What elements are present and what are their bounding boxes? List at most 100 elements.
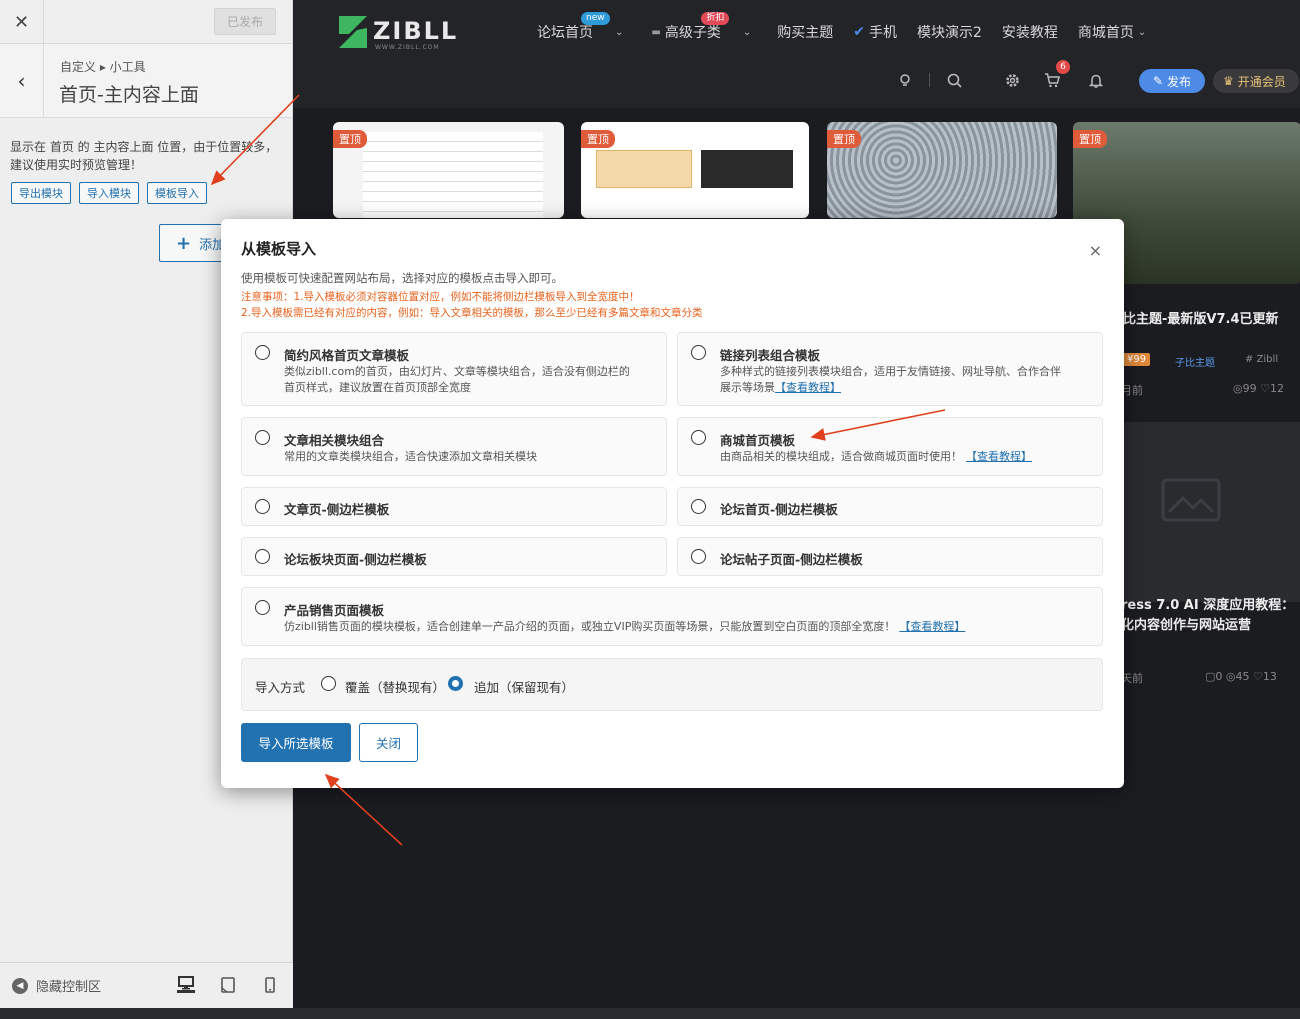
option-description-text: 展示等场景 [720, 381, 775, 394]
customizer-topbar: ✕ 已发布 [0, 0, 292, 44]
post-time: 月前 [1121, 384, 1143, 397]
warning-note: 注意事项：1.导入模板必须对容器位置对应，例如不能将侧边栏模板导入到全宽度中！ [241, 291, 640, 303]
template-option-shop-home[interactable]: 商城首页模板 由商品相关的模块组成，适合做商城页面时使用！ 【查看教程】 [677, 417, 1103, 476]
hash-tag[interactable]: # Zibll [1241, 353, 1282, 366]
nav-label: 论坛首页 [537, 25, 593, 41]
post-thumbnail[interactable]: 置顶 [333, 122, 564, 218]
warning-note: 2.导入模板需已经有对应的内容，例如：导入文章相关的模板，那么至少已经有多篇文章… [241, 307, 703, 319]
view-tutorial-link[interactable]: 【查看教程】 [775, 381, 841, 394]
append-label[interactable]: 追加（保留现有） [474, 677, 574, 696]
nav-item-shop-home[interactable]: 商城首页 ⌄ [1068, 20, 1156, 44]
export-modules-button[interactable]: 导出模块 [11, 182, 71, 204]
template-option-simple-home[interactable]: 简约风格首页文章模板 类似zibll.com的首页，由幻灯片、文章等模块组合，适… [241, 332, 667, 406]
bottom-strip [0, 1008, 1300, 1019]
category-tag[interactable]: 子比主题 [1171, 353, 1219, 370]
post-title-line: ress 7.0 AI 深度应用教程： [1121, 598, 1295, 613]
vip-membership-button[interactable]: ♛ 开通会员 [1213, 69, 1299, 93]
radio-button[interactable] [691, 549, 706, 564]
close-icon[interactable]: × [1089, 241, 1102, 260]
post-thumbnail[interactable]: 置顶 [827, 122, 1057, 218]
collapse-icon: ◀ [12, 977, 28, 994]
nav-item-install-guide[interactable]: 安装教程 [992, 20, 1068, 44]
option-title: 链接列表组合模板 [720, 348, 821, 363]
publish-post-button[interactable]: ✎ 发布 [1139, 69, 1205, 93]
hide-controls-button[interactable]: ◀ 隐藏控制区 [12, 976, 101, 995]
post-title[interactable]: 比主题-最新版V7.4已更新 [1123, 308, 1279, 327]
section-title: 首页-主内容上面 [59, 84, 199, 106]
crown-icon: ♛ [1223, 74, 1234, 88]
close-modal-button[interactable]: 关闭 [359, 723, 418, 762]
post-stats: ▢0 ◎45 ♡13 [1205, 670, 1277, 683]
import-selected-template-button[interactable]: 导入所选模板 [241, 723, 351, 762]
cart-icon[interactable]: 6 [1040, 60, 1070, 92]
price-tag: ¥99 [1123, 353, 1151, 366]
radio-button[interactable] [255, 499, 270, 514]
logo-subtext: WWW.ZIBLL.COM [375, 44, 440, 51]
overwrite-radio[interactable] [321, 676, 336, 691]
post-thumbnail-placeholder[interactable] [1113, 422, 1300, 602]
post-title[interactable]: ress 7.0 AI 深度应用教程： 化内容创作与网站运营 [1121, 596, 1294, 636]
template-option-post-sidebar[interactable]: 文章页-侧边栏模板 [241, 487, 667, 526]
vip-card-image-dark [701, 150, 793, 188]
radio-button[interactable] [255, 600, 270, 615]
import-modules-button[interactable]: 导入模块 [79, 182, 139, 204]
radio-button[interactable] [255, 549, 270, 564]
template-import-modal: 从模板导入 × 使用模板可快速配置网站布局，选择对应的模板点击导入即可。 注意事… [221, 219, 1124, 788]
import-mode-label: 导入方式 [255, 680, 306, 695]
overwrite-label[interactable]: 覆盖（替换现有） [345, 677, 445, 696]
nav-item-forum-home[interactable]: 论坛首页 new ⌄ [521, 12, 633, 44]
template-option-forum-board-sidebar[interactable]: 论坛板块页面-侧边栏模板 [241, 537, 667, 576]
option-description-line: 首页样式，建议放置在首页顶部全宽度 [284, 381, 471, 394]
bell-icon[interactable] [1084, 68, 1108, 92]
radio-button[interactable] [691, 499, 706, 514]
mobile-preview-icon[interactable] [261, 975, 279, 993]
settings-icon[interactable] [1000, 68, 1024, 92]
nav-label: 购买主题 [777, 25, 834, 41]
template-option-article-combo[interactable]: 文章相关模块组合 常用的文章类模块组合，适合快速添加文章相关模块 [241, 417, 667, 476]
template-option-forum-home-sidebar[interactable]: 论坛首页-侧边栏模板 [677, 487, 1103, 526]
template-option-product-sales[interactable]: 产品销售页面模板 仿zibll销售页面的模块模板，适合创建单一产品介绍的页面，或… [241, 587, 1103, 646]
menu-icon: ▬ [651, 26, 661, 38]
radio-button[interactable] [255, 345, 270, 360]
theme-toggle-icon[interactable] [893, 68, 917, 92]
option-title: 论坛首页-侧边栏模板 [720, 502, 838, 517]
hide-controls-label: 隐藏控制区 [36, 980, 102, 995]
option-title: 商城首页模板 [720, 433, 796, 448]
site-logo[interactable]: ZIBLL WWW.ZIBLL.COM [337, 14, 458, 51]
nav-label: 安装教程 [1001, 25, 1058, 41]
option-description: 多种样式的链接列表模块组合，适用于友情链接、网址导航、合作合伴 展示等场景【查看… [720, 364, 1061, 396]
back-button[interactable]: ‹ [0, 44, 44, 118]
template-option-link-list[interactable]: 链接列表组合模板 多种样式的链接列表模块组合，适用于友情链接、网址导航、合作合伴… [677, 332, 1103, 406]
option-description: 仿zibll销售页面的模块模板，适合创建单一产品介绍的页面，或独立VIP购买页面… [284, 619, 965, 635]
customizer-footer: ◀ 隐藏控制区 [0, 962, 293, 1008]
radio-button[interactable] [255, 430, 270, 445]
nav-item-advanced-subclass[interactable]: ▬ 高级子类 折扣 ⌄ [641, 12, 761, 44]
template-import-button[interactable]: 模板导入 [147, 182, 207, 204]
nav-item-buy-theme[interactable]: 购买主题 [767, 20, 843, 44]
template-option-forum-post-sidebar[interactable]: 论坛帖子页面-侧边栏模板 [677, 537, 1103, 576]
search-icon[interactable] [942, 68, 966, 92]
post-time: 天前 [1121, 672, 1143, 685]
pinned-badge: 置顶 [827, 130, 861, 148]
close-customizer-button[interactable]: ✕ [0, 0, 44, 44]
published-button[interactable]: 已发布 [214, 8, 276, 35]
tablet-preview-icon[interactable] [219, 975, 237, 993]
option-title: 简约风格首页文章模板 [284, 348, 410, 363]
option-title: 文章相关模块组合 [284, 433, 385, 448]
pinned-badge: 置顶 [581, 130, 615, 148]
append-radio[interactable] [448, 676, 463, 691]
option-title: 论坛帖子页面-侧边栏模板 [720, 552, 863, 567]
nav-label: 高级子类 [664, 25, 721, 41]
view-tutorial-link[interactable]: 【查看教程】 [966, 450, 1032, 463]
discount-badge: 折扣 [701, 12, 730, 25]
option-title: 论坛板块页面-侧边栏模板 [284, 552, 427, 567]
radio-button[interactable] [691, 345, 706, 360]
nav-item-mobile[interactable]: ✔ 手机 [843, 20, 907, 44]
desktop-preview-icon[interactable] [177, 975, 195, 993]
chevron-down-icon: ⌄ [742, 26, 752, 38]
nav-label: 手机 [868, 25, 897, 41]
nav-item-module-demo[interactable]: 模块演示2 [907, 20, 992, 44]
view-tutorial-link[interactable]: 【查看教程】 [899, 620, 965, 633]
post-thumbnail[interactable]: 置顶 [581, 122, 809, 218]
radio-button[interactable] [691, 430, 706, 445]
